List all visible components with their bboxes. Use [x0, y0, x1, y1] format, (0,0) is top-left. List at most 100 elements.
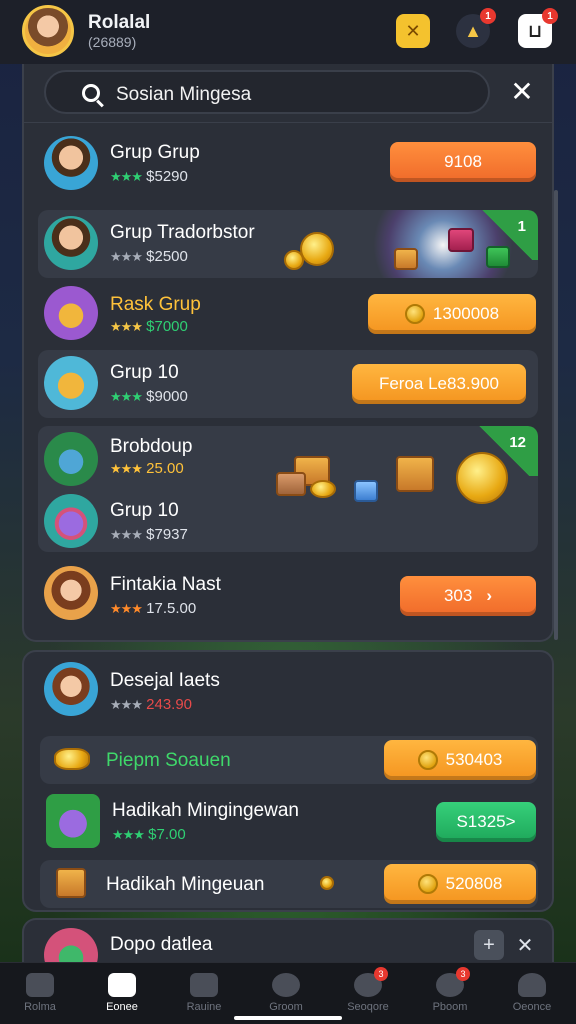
mail-badge: 1	[542, 8, 558, 24]
tools-icon: ✕	[516, 934, 534, 957]
coin-icon	[320, 876, 334, 890]
list-item[interactable]: Hadikah Mingingewan ★★★ $7.00 S1325>	[40, 792, 538, 852]
nav-label: Oeonce	[512, 1001, 552, 1013]
gold-stack-icon	[44, 286, 98, 340]
stars: ★★★	[110, 319, 143, 334]
user-avatar[interactable]	[22, 5, 74, 57]
group-amount: 17.5.00	[146, 600, 197, 617]
group-name: Grup Grup	[110, 142, 200, 163]
buy-button-label: 530403	[445, 750, 503, 769]
user-id: (26889)	[88, 34, 137, 50]
tag-label: 1	[517, 218, 526, 235]
search-bar[interactable]: Sosian Mingesa	[44, 70, 490, 114]
list-item[interactable]: Fintakia Nast ★★★ 17.5.00 303 ›	[38, 564, 538, 628]
buy-button-label: 520808	[445, 874, 503, 893]
nav-label: Rauine	[186, 1001, 222, 1013]
list-item[interactable]: Piepm Soauen 530403	[40, 736, 538, 784]
notification-badge: 1	[480, 8, 496, 24]
corner-tag: 12	[470, 426, 538, 476]
deal-rating: ★★★ $7.00	[112, 826, 186, 843]
nav-item-rauine[interactable]: Rauine	[168, 973, 240, 1013]
section-rating: ★★★ 243.90	[110, 696, 192, 713]
group-amount: $2500	[146, 248, 188, 265]
nav-item-groom[interactable]: Groom	[250, 973, 322, 1013]
list-item[interactable]: Grup Grup ★★★ $5290 9108	[38, 130, 538, 196]
stars: ★★★	[110, 527, 143, 542]
coin-icon	[300, 232, 334, 266]
nav-badge: 3	[456, 967, 470, 981]
gift-button[interactable]: ✕	[396, 14, 430, 48]
plus-icon: +	[483, 933, 495, 956]
group-name: Brobdoup	[110, 436, 193, 457]
close-icon[interactable]: ✕	[508, 78, 536, 106]
chest-icon	[396, 456, 434, 492]
list-item[interactable]: Rask Grup ★★★ $7000 1300008	[38, 284, 538, 344]
group-amount: $7937	[146, 526, 188, 543]
section-amount: 243.90	[146, 696, 193, 713]
buy-button[interactable]: S1325>	[436, 802, 536, 842]
group-rating: ★★★ $9000	[110, 388, 188, 405]
chest-icon	[276, 472, 306, 496]
buy-button[interactable]: Feroa Le83.900	[352, 364, 526, 404]
add-button[interactable]: +	[474, 930, 504, 960]
mailbox-icon: ⊔	[527, 20, 543, 41]
chest-icon	[394, 248, 418, 270]
nav-item-pboom[interactable]: 3 Pboom	[414, 967, 486, 1013]
section-title: Dopo datlea	[110, 934, 213, 955]
thumbs-up-icon: ▲	[464, 20, 482, 41]
circle-icon	[272, 973, 300, 997]
thumbs-up-button[interactable]: ▲ 1	[456, 8, 496, 48]
deal-amount: $7.00	[148, 826, 186, 843]
coin-icon	[417, 750, 438, 770]
join-button[interactable]: 303 ›	[400, 576, 536, 616]
deal-name: Hadikah Mingingewan	[112, 800, 299, 821]
stars: ★★★	[110, 389, 143, 404]
stars: ★★★	[110, 697, 143, 712]
list-item[interactable]: Grup 10 ★★★ $9000 Feroa Le83.900	[38, 350, 538, 418]
nav-item-eonee[interactable]: Eonee	[86, 973, 158, 1013]
chevron-right-icon: ›	[486, 586, 493, 605]
gold-stack-icon	[44, 356, 98, 410]
buy-button[interactable]: 520808	[384, 864, 536, 904]
bow-icon: ✕	[405, 20, 421, 41]
group-amount: $5290	[146, 168, 188, 185]
join-button[interactable]: 9108	[390, 142, 536, 182]
search-input[interactable]: Sosian Mingesa	[116, 84, 251, 106]
gift-box-icon	[354, 480, 378, 502]
group-rating: ★★★ 17.5.00	[110, 600, 196, 617]
nav-item-oeonce[interactable]: Oeonce	[496, 973, 568, 1013]
home-icon	[26, 973, 54, 997]
gift-chest-icon	[46, 794, 100, 848]
tools-button[interactable]: ✕	[510, 930, 540, 960]
list-item[interactable]: Grup Tradorbstor ★★★ $2500 1	[38, 210, 538, 278]
user-avatar	[44, 566, 98, 620]
bottom-nav: Rolma Eonee Rauine Groom 3 Seoqore 3 Pbo…	[0, 962, 576, 1024]
group-rating: ★★★ $2500	[110, 248, 188, 265]
group-avatar	[44, 136, 98, 190]
top-bar: Rolalal (26889) ✕ ▲ 1 ⊔ 1	[0, 0, 576, 64]
deals-panel: Desejal Iaets ★★★ 243.90 Piepm Soauen 53…	[22, 650, 554, 912]
mail-button[interactable]: ⊔ 1	[518, 8, 558, 48]
buy-button[interactable]: 1300008	[368, 294, 536, 334]
divider	[24, 122, 552, 123]
nav-item-seoqore[interactable]: 3 Seoqore	[332, 967, 404, 1013]
scrollbar[interactable]	[554, 190, 558, 640]
buy-button[interactable]: 530403	[384, 740, 536, 780]
gift-box-icon	[44, 494, 98, 548]
stars: ★★★	[110, 249, 143, 264]
nav-item-rolma[interactable]: Rolma	[4, 973, 76, 1013]
deal-name: Piepm Soauen	[106, 750, 231, 771]
treasure-chest-icon	[44, 432, 98, 486]
group-avatar	[44, 216, 98, 270]
group-rating: ★★★ 25.00	[110, 460, 184, 477]
coin-icon	[310, 480, 336, 498]
group-amount: $9000	[146, 388, 188, 405]
home-icon	[108, 973, 136, 997]
group-rating: ★★★ $7000	[110, 318, 188, 335]
username: Rolalal	[88, 12, 151, 33]
list-item[interactable]: Hadikah Mingeuan 520808	[40, 860, 538, 908]
stars: ★★★	[110, 461, 143, 476]
nav-label: Eonee	[106, 1001, 138, 1013]
coin-icon	[417, 874, 438, 894]
nav-badge: 3	[374, 967, 388, 981]
